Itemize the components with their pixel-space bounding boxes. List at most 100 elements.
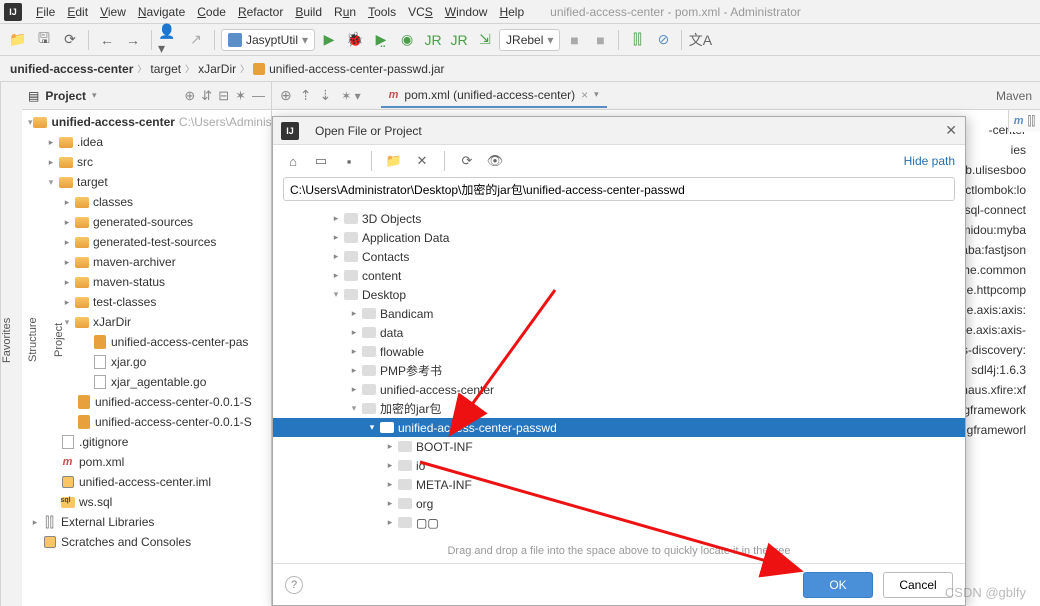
ed-target-icon[interactable]: ⊕ — [280, 87, 292, 104]
tree-testcls[interactable]: test-classes — [22, 292, 271, 312]
d-flowable[interactable]: flowable — [273, 342, 965, 361]
menu-run[interactable]: Run — [328, 3, 362, 21]
d-meta[interactable]: META-INF — [273, 475, 965, 494]
ed-down-icon[interactable]: ⇣ — [319, 87, 331, 104]
menu-vcs[interactable]: VCS — [402, 3, 439, 21]
open-icon[interactable]: 📁 — [6, 28, 30, 52]
d-content[interactable]: content — [273, 266, 965, 285]
tree-idea[interactable]: .idea — [22, 132, 271, 152]
collapse-icon[interactable]: ⊟ — [218, 88, 229, 104]
cancel-button[interactable]: Cancel — [883, 572, 953, 598]
tree-gentest[interactable]: generated-test-sources — [22, 232, 271, 252]
tree-xjaragent[interactable]: xjar_agentable.go — [22, 372, 271, 392]
menu-refactor[interactable]: Refactor — [232, 3, 289, 21]
settings-icon[interactable]: ✶ — [235, 88, 246, 104]
d-pmp[interactable]: PMP参考书 — [273, 361, 965, 380]
hide-icon[interactable]: — — [252, 88, 265, 104]
d-cut[interactable]: ▢▢ — [273, 513, 965, 532]
show-hidden-icon[interactable]: 👁 — [485, 151, 505, 171]
delete-icon[interactable]: ✕ — [412, 151, 432, 171]
menu-code[interactable]: Code — [191, 3, 232, 21]
d-selected-uacpass[interactable]: unified-access-center-passwd — [273, 418, 965, 437]
maven-tool[interactable]: Maven — [996, 89, 1032, 103]
tree-ws[interactable]: sqlws.sql — [22, 492, 271, 512]
d-contacts[interactable]: Contacts — [273, 247, 965, 266]
dialog-close-icon[interactable]: ✕ — [945, 122, 957, 139]
run-config-select[interactable]: JasyptUtil ▾ — [221, 29, 315, 51]
debug-icon[interactable]: 🐞 — [343, 28, 367, 52]
menu-tools[interactable]: Tools — [362, 3, 402, 21]
menu-view[interactable]: View — [94, 3, 132, 21]
tree-mstatus[interactable]: maven-status — [22, 272, 271, 292]
run-icon[interactable]: ▶ — [317, 28, 341, 52]
gear-icon[interactable]: ✶ ▾ — [341, 89, 360, 103]
ed-up-icon[interactable]: ⇡ — [300, 87, 312, 104]
expand-icon[interactable]: ⇵ — [201, 88, 212, 104]
gutter-favorites[interactable]: Favorites — [1, 317, 13, 362]
bc-xjardir[interactable]: xJarDir — [198, 62, 236, 76]
close-tab-icon[interactable]: × — [581, 88, 588, 102]
tree-src[interactable]: src — [22, 152, 271, 172]
forward-icon[interactable]: → — [121, 28, 145, 52]
menu-navigate[interactable]: Navigate — [132, 3, 191, 21]
d-org[interactable]: org — [273, 494, 965, 513]
save-icon[interactable]: 🖫 — [32, 28, 56, 52]
tree-uac001a[interactable]: unified-access-center-0.0.1-S — [22, 392, 271, 412]
tree-external[interactable]: ⫿⫿External Libraries — [22, 512, 271, 532]
profile-icon[interactable]: ◉ — [395, 28, 419, 52]
menu-build[interactable]: Build — [289, 3, 328, 21]
desktop-icon[interactable]: ▭ — [311, 151, 331, 171]
tree-marchiver[interactable]: maven-archiver — [22, 252, 271, 272]
dialog-tree[interactable]: 3D Objects Application Data Contacts con… — [273, 205, 965, 539]
ok-button[interactable]: OK — [803, 572, 873, 598]
d-data[interactable]: data — [273, 323, 965, 342]
menu-help[interactable]: Help — [493, 3, 530, 21]
menu-file[interactable]: FFileile — [30, 3, 61, 21]
d-bandicam[interactable]: Bandicam — [273, 304, 965, 323]
locate-icon[interactable]: ⊕ — [184, 88, 195, 104]
menu-window[interactable]: Window — [439, 3, 494, 21]
help-icon[interactable]: ? — [285, 576, 303, 594]
path-input[interactable] — [283, 177, 955, 201]
project-icon[interactable]: ▪ — [339, 151, 359, 171]
d-appdata[interactable]: Application Data — [273, 228, 965, 247]
d-desktop[interactable]: Desktop — [273, 285, 965, 304]
sync-icon[interactable]: ⟳ — [457, 151, 477, 171]
jrebel-run-icon[interactable]: JR — [421, 28, 445, 52]
tree-gensrc[interactable]: generated-sources — [22, 212, 271, 232]
chart-icon[interactable]: ⫿⫿ — [625, 28, 649, 52]
gutter-project[interactable]: Project — [53, 323, 65, 357]
prohibit-icon[interactable]: ⊘ — [651, 28, 675, 52]
tree-target[interactable]: target — [22, 172, 271, 192]
project-title[interactable]: Project — [45, 89, 86, 103]
tree-classes[interactable]: classes — [22, 192, 271, 212]
d-boot[interactable]: BOOT-INF — [273, 437, 965, 456]
home-icon[interactable]: ⌂ — [283, 151, 303, 171]
hide-path-link[interactable]: Hide path — [904, 154, 955, 168]
jrebel-select[interactable]: JRebel ▾ — [499, 29, 560, 51]
newfolder-icon[interactable]: 📁 — [384, 151, 404, 171]
user-icon[interactable]: 👤▾ — [158, 28, 182, 52]
project-tree[interactable]: unified-access-centerC:\Users\Administra… — [22, 110, 271, 606]
translate-icon[interactable]: 文A — [688, 28, 712, 52]
tree-uac001b[interactable]: unified-access-center-0.0.1-S — [22, 412, 271, 432]
gutter-structure[interactable]: Structure — [27, 318, 39, 363]
coverage-icon[interactable]: ▶̤ — [369, 28, 393, 52]
vcs-icon[interactable]: ↗ — [184, 28, 208, 52]
attach-icon[interactable]: ⇲ — [473, 28, 497, 52]
tree-gitignore[interactable]: .gitignore — [22, 432, 271, 452]
d-io[interactable]: io — [273, 456, 965, 475]
bc-jar[interactable]: unified-access-center-passwd.jar — [269, 62, 444, 76]
d-uac[interactable]: unified-access-center — [273, 380, 965, 399]
back-icon[interactable]: ← — [95, 28, 119, 52]
tree-iml[interactable]: unified-access-center.iml — [22, 472, 271, 492]
d-3d[interactable]: 3D Objects — [273, 209, 965, 228]
tree-scratch[interactable]: Scratches and Consoles — [22, 532, 271, 552]
tree-root[interactable]: unified-access-centerC:\Users\Administra… — [22, 112, 271, 132]
bc-target[interactable]: target — [150, 62, 181, 76]
tree-pom[interactable]: mpom.xml — [22, 452, 271, 472]
menu-edit[interactable]: Edit — [61, 3, 94, 21]
bc-root[interactable]: unified-access-center — [10, 62, 133, 76]
editor-tab[interactable]: m pom.xml (unified-access-center) × ▾ — [381, 84, 607, 108]
d-jmjar[interactable]: 加密的jar包 — [273, 399, 965, 418]
